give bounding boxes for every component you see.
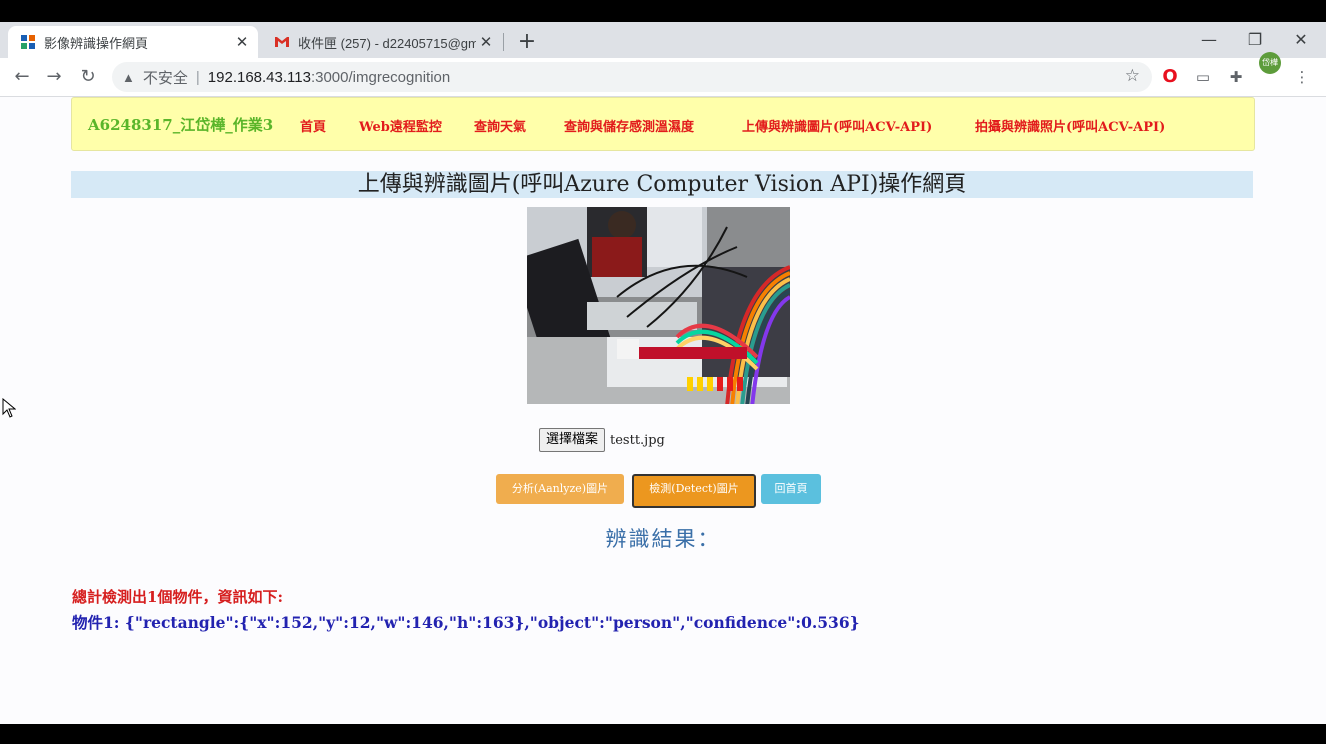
bookmark-star-icon[interactable]: ☆ bbox=[1125, 66, 1140, 86]
address-bar[interactable]: ▲ 不安全 | 192.168.43.113 :3000/imgrecognit… bbox=[112, 62, 1152, 92]
selected-file-name: testt.jpg bbox=[610, 432, 665, 448]
nav-link-web-monitor[interactable]: Web遠程監控 bbox=[359, 116, 442, 135]
detect-image-button[interactable]: 檢測(Detect)圖片 bbox=[632, 474, 756, 508]
page-title: 上傳與辨識圖片(呼叫Azure Computer Vision API)操作網頁 bbox=[71, 171, 1253, 198]
security-separator: | bbox=[195, 68, 200, 86]
close-window-icon[interactable]: ✕ bbox=[1278, 25, 1324, 55]
tab-image-recognition[interactable]: 影像辨識操作網頁 ✕ bbox=[8, 26, 258, 58]
gmail-icon bbox=[274, 34, 290, 50]
browser-menu-icon[interactable]: ⋮ bbox=[1291, 66, 1313, 88]
navbar-brand[interactable]: A6248317_江岱樺_作業3 bbox=[88, 114, 273, 135]
tab-title: 影像辨識操作網頁 bbox=[44, 35, 149, 51]
nav-link-sensor[interactable]: 查詢與儲存感測溫濕度 bbox=[564, 116, 694, 135]
browser-window: 影像辨識操作網頁 ✕ 收件匣 (257) - d22405715@gm ✕ + … bbox=[0, 22, 1326, 724]
tab-separator bbox=[503, 33, 504, 51]
nav-link-weather[interactable]: 查詢天氣 bbox=[474, 116, 526, 135]
mouse-pointer-icon bbox=[2, 397, 17, 422]
tab-strip: 影像辨識操作網頁 ✕ 收件匣 (257) - d22405715@gm ✕ + … bbox=[0, 22, 1326, 58]
nav-link-capture-recognize[interactable]: 拍攝與辨識照片(呼叫ACV-API) bbox=[975, 116, 1165, 135]
restore-icon[interactable]: ❐ bbox=[1232, 25, 1278, 55]
browser-toolbar: ← → ↻ ▲ 不安全 | 192.168.43.113 :3000/imgre… bbox=[0, 58, 1326, 97]
site-navbar: A6248317_江岱樺_作業3 首頁 Web遠程監控 查詢天氣 查詢與儲存感測… bbox=[71, 97, 1255, 151]
profile-avatar[interactable]: 岱樺 bbox=[1259, 52, 1281, 74]
not-secure-warning-icon[interactable]: ▲ bbox=[122, 70, 135, 85]
choose-file-button[interactable]: 選擇檔案 bbox=[539, 428, 606, 452]
opera-extension-icon[interactable]: O bbox=[1159, 66, 1181, 88]
nav-link-upload-recognize[interactable]: 上傳與辨識圖片(呼叫ACV-API) bbox=[742, 116, 932, 135]
back-icon[interactable]: ← bbox=[8, 63, 36, 91]
tab-gmail[interactable]: 收件匣 (257) - d22405715@gm ✕ bbox=[262, 26, 502, 58]
url-path: :3000/imgrecognition bbox=[310, 68, 451, 86]
url-host: 192.168.43.113 bbox=[207, 68, 311, 86]
close-tab-icon[interactable]: ✕ bbox=[232, 33, 252, 51]
reload-icon[interactable]: ↻ bbox=[74, 63, 102, 91]
new-tab-button[interactable]: + bbox=[514, 29, 540, 55]
minimize-icon[interactable]: — bbox=[1186, 25, 1232, 55]
detection-summary: 總計檢測出1個物件，資訊如下: bbox=[72, 588, 283, 606]
analyze-image-button[interactable]: 分析(Aanlyze)圖片 bbox=[496, 474, 624, 504]
nav-link-home[interactable]: 首頁 bbox=[300, 116, 326, 135]
close-tab-icon[interactable]: ✕ bbox=[476, 33, 496, 51]
extension-icon[interactable]: ▭ bbox=[1192, 66, 1214, 88]
tab-title: 收件匣 (257) - d22405715@gm bbox=[298, 35, 476, 51]
back-home-button[interactable]: 回首頁 bbox=[761, 474, 821, 504]
detected-object-line: 物件1: {"rectangle":{"x":152,"y":12,"w":14… bbox=[72, 613, 860, 632]
forward-icon[interactable]: → bbox=[40, 63, 68, 91]
extensions-puzzle-icon[interactable]: ✚ bbox=[1225, 66, 1247, 88]
result-title: 辨識結果： bbox=[605, 527, 721, 551]
page-content: A6248317_江岱樺_作業3 首頁 Web遠程監控 查詢天氣 查詢與儲存感測… bbox=[0, 97, 1326, 724]
file-picker: 選擇檔案 testt.jpg bbox=[539, 428, 665, 452]
site-favicon-icon bbox=[20, 34, 36, 50]
uploaded-image-preview bbox=[527, 207, 790, 404]
security-label: 不安全 bbox=[142, 69, 188, 87]
